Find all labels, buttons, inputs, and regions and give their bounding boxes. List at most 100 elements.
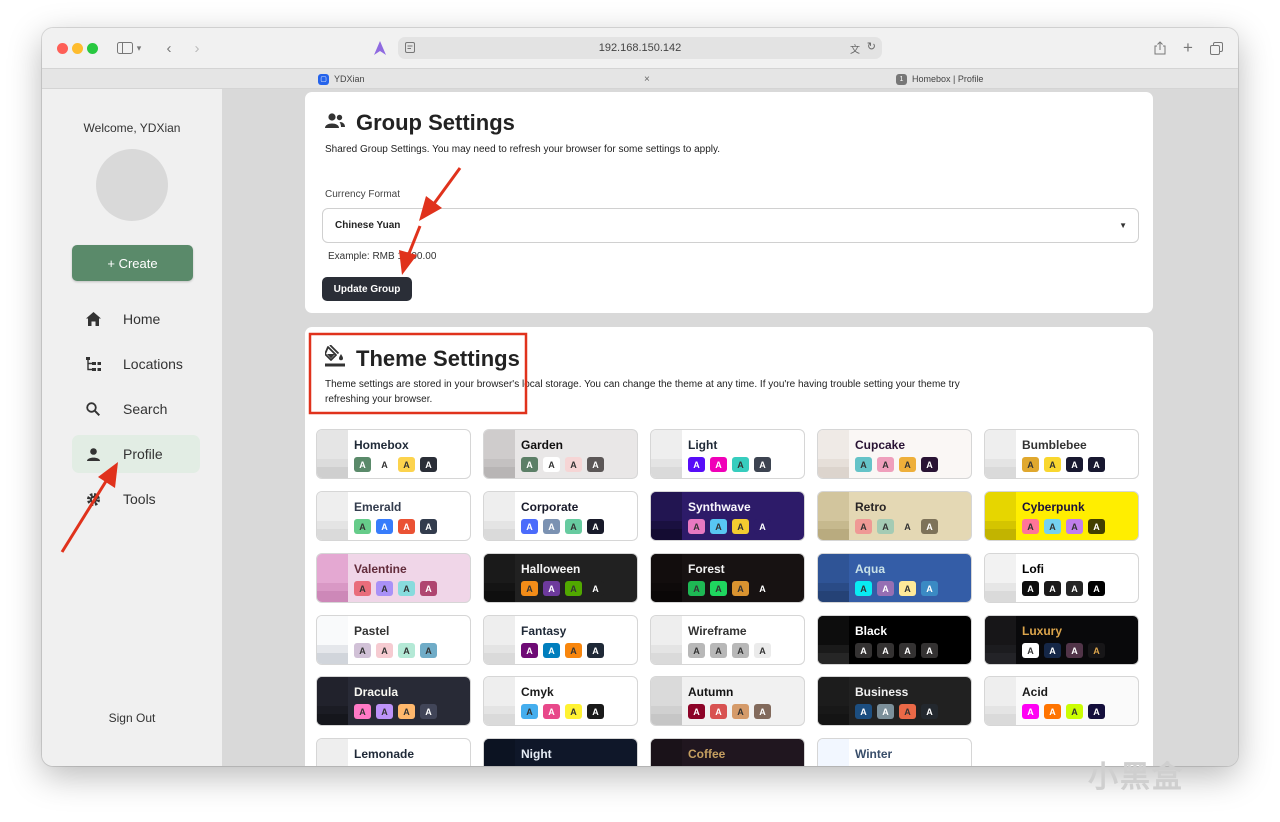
theme-option-synthwave[interactable]: Synthwave A A A A xyxy=(650,491,805,541)
theme-color-chip: A xyxy=(710,519,727,534)
theme-color-chip: A xyxy=(1022,643,1039,658)
minimize-window-button[interactable] xyxy=(72,43,83,54)
tab-ydxian[interactable]: ▢ YDXian × xyxy=(318,69,650,89)
update-group-button[interactable]: Update Group xyxy=(322,277,412,301)
theme-color-chips: AAAA xyxy=(521,457,604,472)
theme-color-chip: A xyxy=(1088,581,1105,596)
theme-color-chip: A xyxy=(565,643,582,658)
theme-option-cupcake[interactable]: Cupcake A A A A xyxy=(817,429,972,479)
theme-color-chip: A xyxy=(855,581,872,596)
create-button[interactable]: + Create xyxy=(72,245,193,281)
nav-profile[interactable]: Profile xyxy=(72,435,200,473)
theme-option-forest[interactable]: Forest A A A A xyxy=(650,553,805,603)
theme-option-cyberpunk[interactable]: Cyberpunk A A A A xyxy=(984,491,1139,541)
nav-label: Tools xyxy=(123,491,156,507)
theme-color-chip: A xyxy=(354,643,371,658)
theme-color-chip: A xyxy=(398,519,415,534)
theme-option-cmyk[interactable]: Cmyk A A A A xyxy=(483,676,638,726)
theme-name: Autumn xyxy=(688,685,734,699)
theme-option-fantasy[interactable]: Fantasy A A A A xyxy=(483,615,638,665)
theme-color-chip: A xyxy=(877,704,894,719)
theme-option-acid[interactable]: Acid A A A A xyxy=(984,676,1139,726)
theme-preview-strip xyxy=(317,739,348,766)
theme-option-lofi[interactable]: Lofi A A A A xyxy=(984,553,1139,603)
theme-color-chip: A xyxy=(754,519,771,534)
theme-option-business[interactable]: Business A A A A xyxy=(817,676,972,726)
theme-option-night[interactable]: NightAAAA xyxy=(483,738,638,766)
page-menu-icon[interactable] xyxy=(405,42,415,56)
theme-option-valentine[interactable]: Valentine A A A A xyxy=(316,553,471,603)
theme-color-chip: A xyxy=(398,457,415,472)
browser-window: ▾ ‹ › 192.168.150.142 文 ↻ + ▢ YDXian × 1… xyxy=(42,28,1238,766)
close-window-button[interactable] xyxy=(57,43,68,54)
reload-icon[interactable]: ↻ xyxy=(867,40,876,53)
nav-search[interactable]: Search xyxy=(72,390,200,428)
theme-option-garden[interactable]: Garden A A A A xyxy=(483,429,638,479)
theme-settings-card: Theme Settings Theme settings are stored… xyxy=(305,327,1153,766)
tab-homebox-profile[interactable]: 1 Homebox | Profile xyxy=(896,69,1096,89)
address-bar[interactable]: 192.168.150.142 文 ↻ xyxy=(398,37,882,59)
theme-preview-strip xyxy=(985,492,1016,540)
zoom-window-button[interactable] xyxy=(87,43,98,54)
theme-option-winter[interactable]: WinterAAAA xyxy=(817,738,972,766)
theme-option-luxury[interactable]: Luxury A A A A xyxy=(984,615,1139,665)
theme-option-coffee[interactable]: CoffeeAAAA xyxy=(650,738,805,766)
theme-option-halloween[interactable]: Halloween A A A A xyxy=(483,553,638,603)
theme-color-chips: AAAA xyxy=(855,643,938,658)
theme-color-chip: A xyxy=(754,704,771,719)
theme-color-chip: A xyxy=(754,643,771,658)
theme-color-chip: A xyxy=(587,519,604,534)
paint-bucket-icon xyxy=(324,344,345,372)
theme-preview-strip xyxy=(985,677,1016,725)
theme-preview-strip xyxy=(651,739,682,766)
theme-option-light[interactable]: Light A A A A xyxy=(650,429,805,479)
theme-color-chip: A xyxy=(420,457,437,472)
theme-color-chip: A xyxy=(376,704,393,719)
theme-option-autumn[interactable]: Autumn A A A A xyxy=(650,676,805,726)
theme-color-chip: A xyxy=(855,457,872,472)
new-tab-icon[interactable]: + xyxy=(1180,36,1196,60)
theme-color-chips: AAAA xyxy=(688,643,771,658)
theme-option-pastel[interactable]: Pastel A A A A xyxy=(316,615,471,665)
nav-home[interactable]: Home xyxy=(72,300,200,338)
theme-color-chip: A xyxy=(921,457,938,472)
sidebar-toggle-icon[interactable]: ▾ xyxy=(114,36,144,60)
theme-color-chip: A xyxy=(732,643,749,658)
theme-color-chip: A xyxy=(921,581,938,596)
tab-overview-icon[interactable] xyxy=(1208,36,1224,60)
forward-icon[interactable]: › xyxy=(188,36,206,60)
translate-icon[interactable]: 文 xyxy=(850,41,860,56)
theme-option-retro[interactable]: Retro A A A A xyxy=(817,491,972,541)
theme-option-emerald[interactable]: Emerald A A A A xyxy=(316,491,471,541)
avatar xyxy=(96,149,168,221)
theme-name: Bumblebee xyxy=(1022,438,1087,452)
share-icon[interactable] xyxy=(1152,36,1168,60)
extension-icon[interactable] xyxy=(372,36,388,60)
nav-tools[interactable]: Tools xyxy=(72,480,200,518)
theme-option-wireframe[interactable]: Wireframe A A A A xyxy=(650,615,805,665)
theme-preview-strip xyxy=(317,492,348,540)
theme-option-aqua[interactable]: Aqua A A A A xyxy=(817,553,972,603)
theme-name: Black xyxy=(855,624,888,638)
currency-format-select[interactable]: Chinese Yuan ▼ xyxy=(322,208,1139,243)
theme-option-corporate[interactable]: Corporate A A A A xyxy=(483,491,638,541)
theme-color-chip: A xyxy=(1088,704,1105,719)
theme-name: Retro xyxy=(855,500,887,514)
ydxian-favicon-icon: ▢ xyxy=(318,73,329,85)
theme-option-black[interactable]: Black A A A A xyxy=(817,615,972,665)
theme-option-lemonade[interactable]: LemonadeAAAA xyxy=(316,738,471,766)
theme-preview-strip xyxy=(985,554,1016,602)
sign-out-link[interactable]: Sign Out xyxy=(42,711,222,725)
close-tab-icon[interactable]: × xyxy=(644,74,650,85)
theme-name: Fantasy xyxy=(521,624,567,638)
theme-name: Dracula xyxy=(354,685,399,699)
theme-color-chip: A xyxy=(710,457,727,472)
back-icon[interactable]: ‹ xyxy=(160,36,178,60)
theme-option-homebox[interactable]: Homebox A A A A xyxy=(316,429,471,479)
theme-preview-strip xyxy=(985,430,1016,478)
theme-option-dracula[interactable]: Dracula A A A A xyxy=(316,676,471,726)
nav-locations[interactable]: Locations xyxy=(72,345,200,383)
theme-option-bumblebee[interactable]: Bumblebee A A A A xyxy=(984,429,1139,479)
gear-icon xyxy=(84,492,102,507)
theme-preview-strip xyxy=(818,677,849,725)
